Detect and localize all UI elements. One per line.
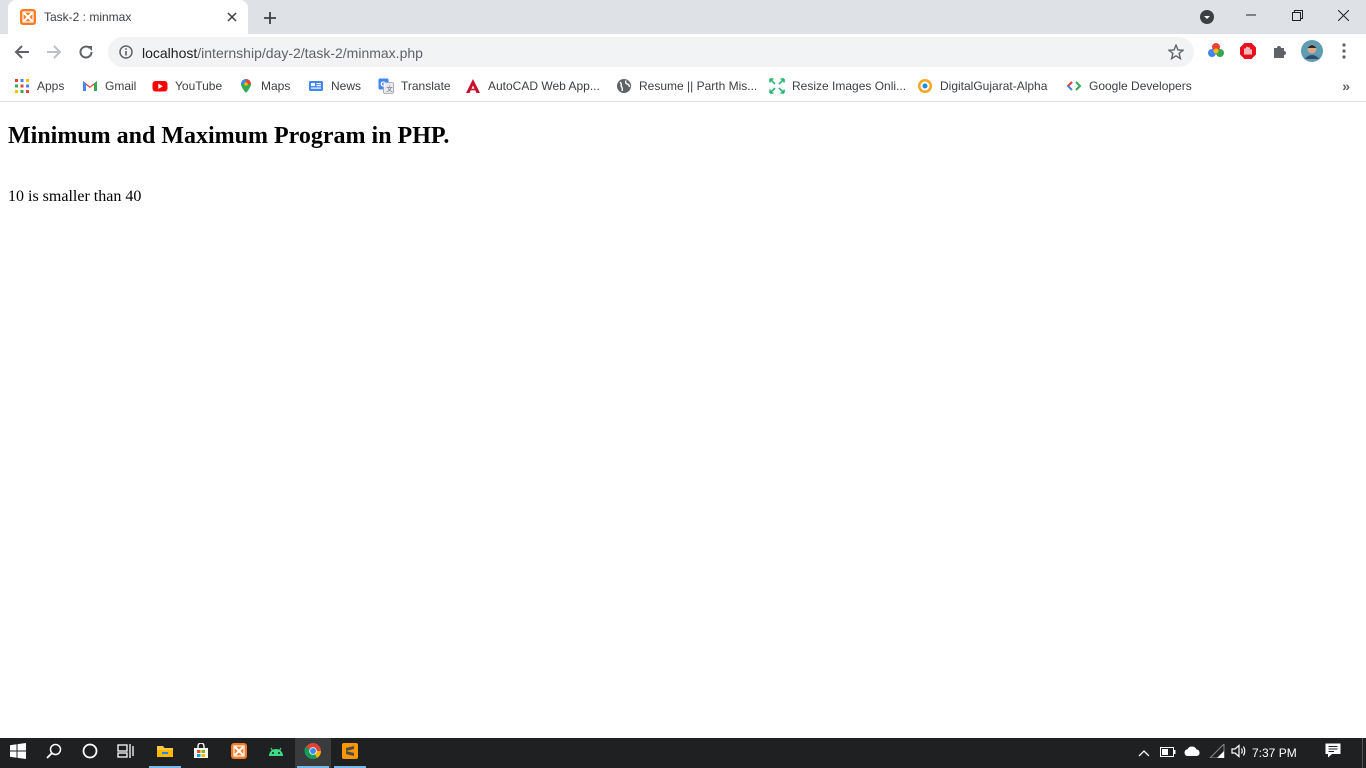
android-studio-icon (267, 744, 285, 763)
forward-button[interactable] (40, 38, 68, 66)
maps-pin-icon (238, 78, 254, 94)
address-bar[interactable]: localhost/internship/day-2/task-2/minmax… (108, 37, 1194, 67)
extensions-puzzle-icon[interactable] (1270, 41, 1290, 61)
youtube-icon (152, 78, 168, 94)
page-content: Minimum and Maximum Program in PHP. 10 i… (0, 103, 1366, 738)
taskbar-android-studio[interactable] (258, 738, 294, 768)
bookmark-label: Resize Images Onli... (792, 79, 907, 93)
bookmark-label: DigitalGujarat-Alpha (940, 79, 1048, 93)
bookmarks-bar: Apps Gmail YouTube Maps News G文 Translat… (0, 70, 1366, 102)
tab-active[interactable]: Task-2 : minmax (8, 0, 248, 34)
battery-icon (1160, 744, 1176, 762)
page-heading: Minimum and Maximum Program in PHP. (8, 123, 450, 149)
notification-icon (1325, 743, 1341, 763)
chevron-up-icon (1138, 744, 1150, 762)
cortana-button[interactable] (72, 738, 108, 768)
bookmark-label: Maps (261, 79, 291, 93)
bookmark-maps[interactable]: Maps (238, 76, 290, 96)
bookmark-google-developers[interactable]: Google Developers (1066, 76, 1192, 96)
close-window-button[interactable] (1320, 0, 1366, 30)
tab-title: Task-2 : minmax (44, 10, 132, 24)
bookmark-resume[interactable]: Resume || Parth Mis... (616, 76, 757, 96)
bookmark-star-icon[interactable] (1167, 43, 1185, 61)
network-button[interactable] (1207, 738, 1227, 768)
adblock-extension-icon[interactable] (1238, 41, 1258, 61)
profile-avatar[interactable] (1301, 40, 1323, 62)
taskbar-xampp[interactable] (221, 738, 257, 768)
svg-text:文: 文 (386, 84, 393, 93)
search-icon (46, 743, 62, 764)
result-text: 10 is smaller than 40 (8, 188, 142, 205)
search-button[interactable] (36, 738, 72, 768)
globe-icon (616, 78, 632, 94)
info-icon[interactable] (119, 45, 133, 59)
minimize-button[interactable] (1228, 0, 1274, 30)
bookmark-label: News (331, 79, 362, 93)
sublime-text-icon (342, 742, 358, 764)
speaker-icon (1231, 743, 1247, 763)
browser-toolbar: localhost/internship/day-2/task-2/minmax… (0, 34, 1366, 70)
url-host: localhost (142, 45, 198, 61)
start-button[interactable] (0, 738, 36, 768)
action-center-button[interactable] (1318, 738, 1348, 768)
reload-button[interactable] (72, 38, 100, 66)
onedrive-cloud-icon (1183, 744, 1201, 762)
show-desktop-button[interactable] (1362, 738, 1366, 768)
bookmark-youtube[interactable]: YouTube (152, 76, 222, 96)
battery-button[interactable] (1158, 738, 1178, 768)
task-view-button[interactable] (108, 738, 144, 768)
news-icon (308, 78, 324, 94)
wifi-icon (1208, 742, 1225, 763)
bookmark-apps[interactable]: Apps (14, 76, 64, 96)
bookmarks-overflow-button[interactable]: » (1342, 78, 1350, 94)
tab-close-icon[interactable] (224, 9, 240, 25)
chrome-icon (304, 742, 322, 765)
gmail-icon (82, 78, 98, 94)
taskbar-chrome[interactable] (295, 738, 331, 768)
bookmark-label: Google Developers (1089, 79, 1192, 93)
bookmark-news[interactable]: News (308, 76, 361, 96)
color-picker-extension-icon[interactable] (1206, 41, 1226, 61)
bookmark-gmail[interactable]: Gmail (82, 76, 136, 96)
tab-search-icon[interactable] (1199, 9, 1215, 25)
taskbar: 7:37 PM (0, 738, 1366, 768)
restore-button[interactable] (1274, 0, 1320, 30)
show-hidden-icons-button[interactable] (1134, 738, 1154, 768)
taskbar-sublime-text[interactable] (332, 738, 368, 768)
file-explorer-icon (156, 743, 174, 764)
translate-icon: G文 (378, 78, 394, 94)
apps-grid-icon (14, 78, 30, 94)
taskbar-file-explorer[interactable] (147, 738, 183, 768)
onedrive-button[interactable] (1181, 738, 1203, 768)
google-developers-icon (1066, 78, 1082, 94)
new-tab-button[interactable] (259, 7, 281, 29)
url-text[interactable]: localhost/internship/day-2/task-2/minmax… (142, 45, 423, 61)
start-icon (10, 742, 26, 764)
autocad-icon (465, 78, 481, 94)
browser-menu-icon[interactable] (1334, 41, 1354, 61)
tab-strip: Task-2 : minmax (0, 0, 1366, 34)
store-icon (193, 741, 209, 764)
xampp-icon (231, 742, 247, 764)
resize-icon (769, 78, 785, 94)
bookmark-label: YouTube (175, 79, 223, 93)
bookmark-translate[interactable]: G文 Translate (378, 76, 451, 96)
bookmark-resize-images[interactable]: Resize Images Onli... (769, 76, 906, 96)
bookmark-label: Gmail (105, 79, 137, 93)
bookmark-label: AutoCAD Web App... (488, 79, 600, 93)
taskbar-store[interactable] (183, 738, 219, 768)
bookmark-label: Translate (401, 79, 451, 93)
task-view-icon (117, 743, 135, 764)
bookmark-autocad[interactable]: AutoCAD Web App... (465, 76, 600, 96)
url-path: /internship/day-2/task-2/minmax.php (197, 45, 423, 61)
bookmark-digitalgujarat[interactable]: DigitalGujarat-Alpha (917, 76, 1047, 96)
digitalgujarat-icon (917, 78, 933, 94)
bookmark-label: Apps (37, 79, 65, 93)
volume-button[interactable] (1229, 738, 1249, 768)
taskbar-clock[interactable]: 7:37 PM (1252, 746, 1297, 760)
cortana-icon (82, 743, 98, 764)
xampp-icon (20, 9, 36, 25)
back-button[interactable] (8, 38, 36, 66)
bookmark-label: Resume || Parth Mis... (639, 79, 758, 93)
